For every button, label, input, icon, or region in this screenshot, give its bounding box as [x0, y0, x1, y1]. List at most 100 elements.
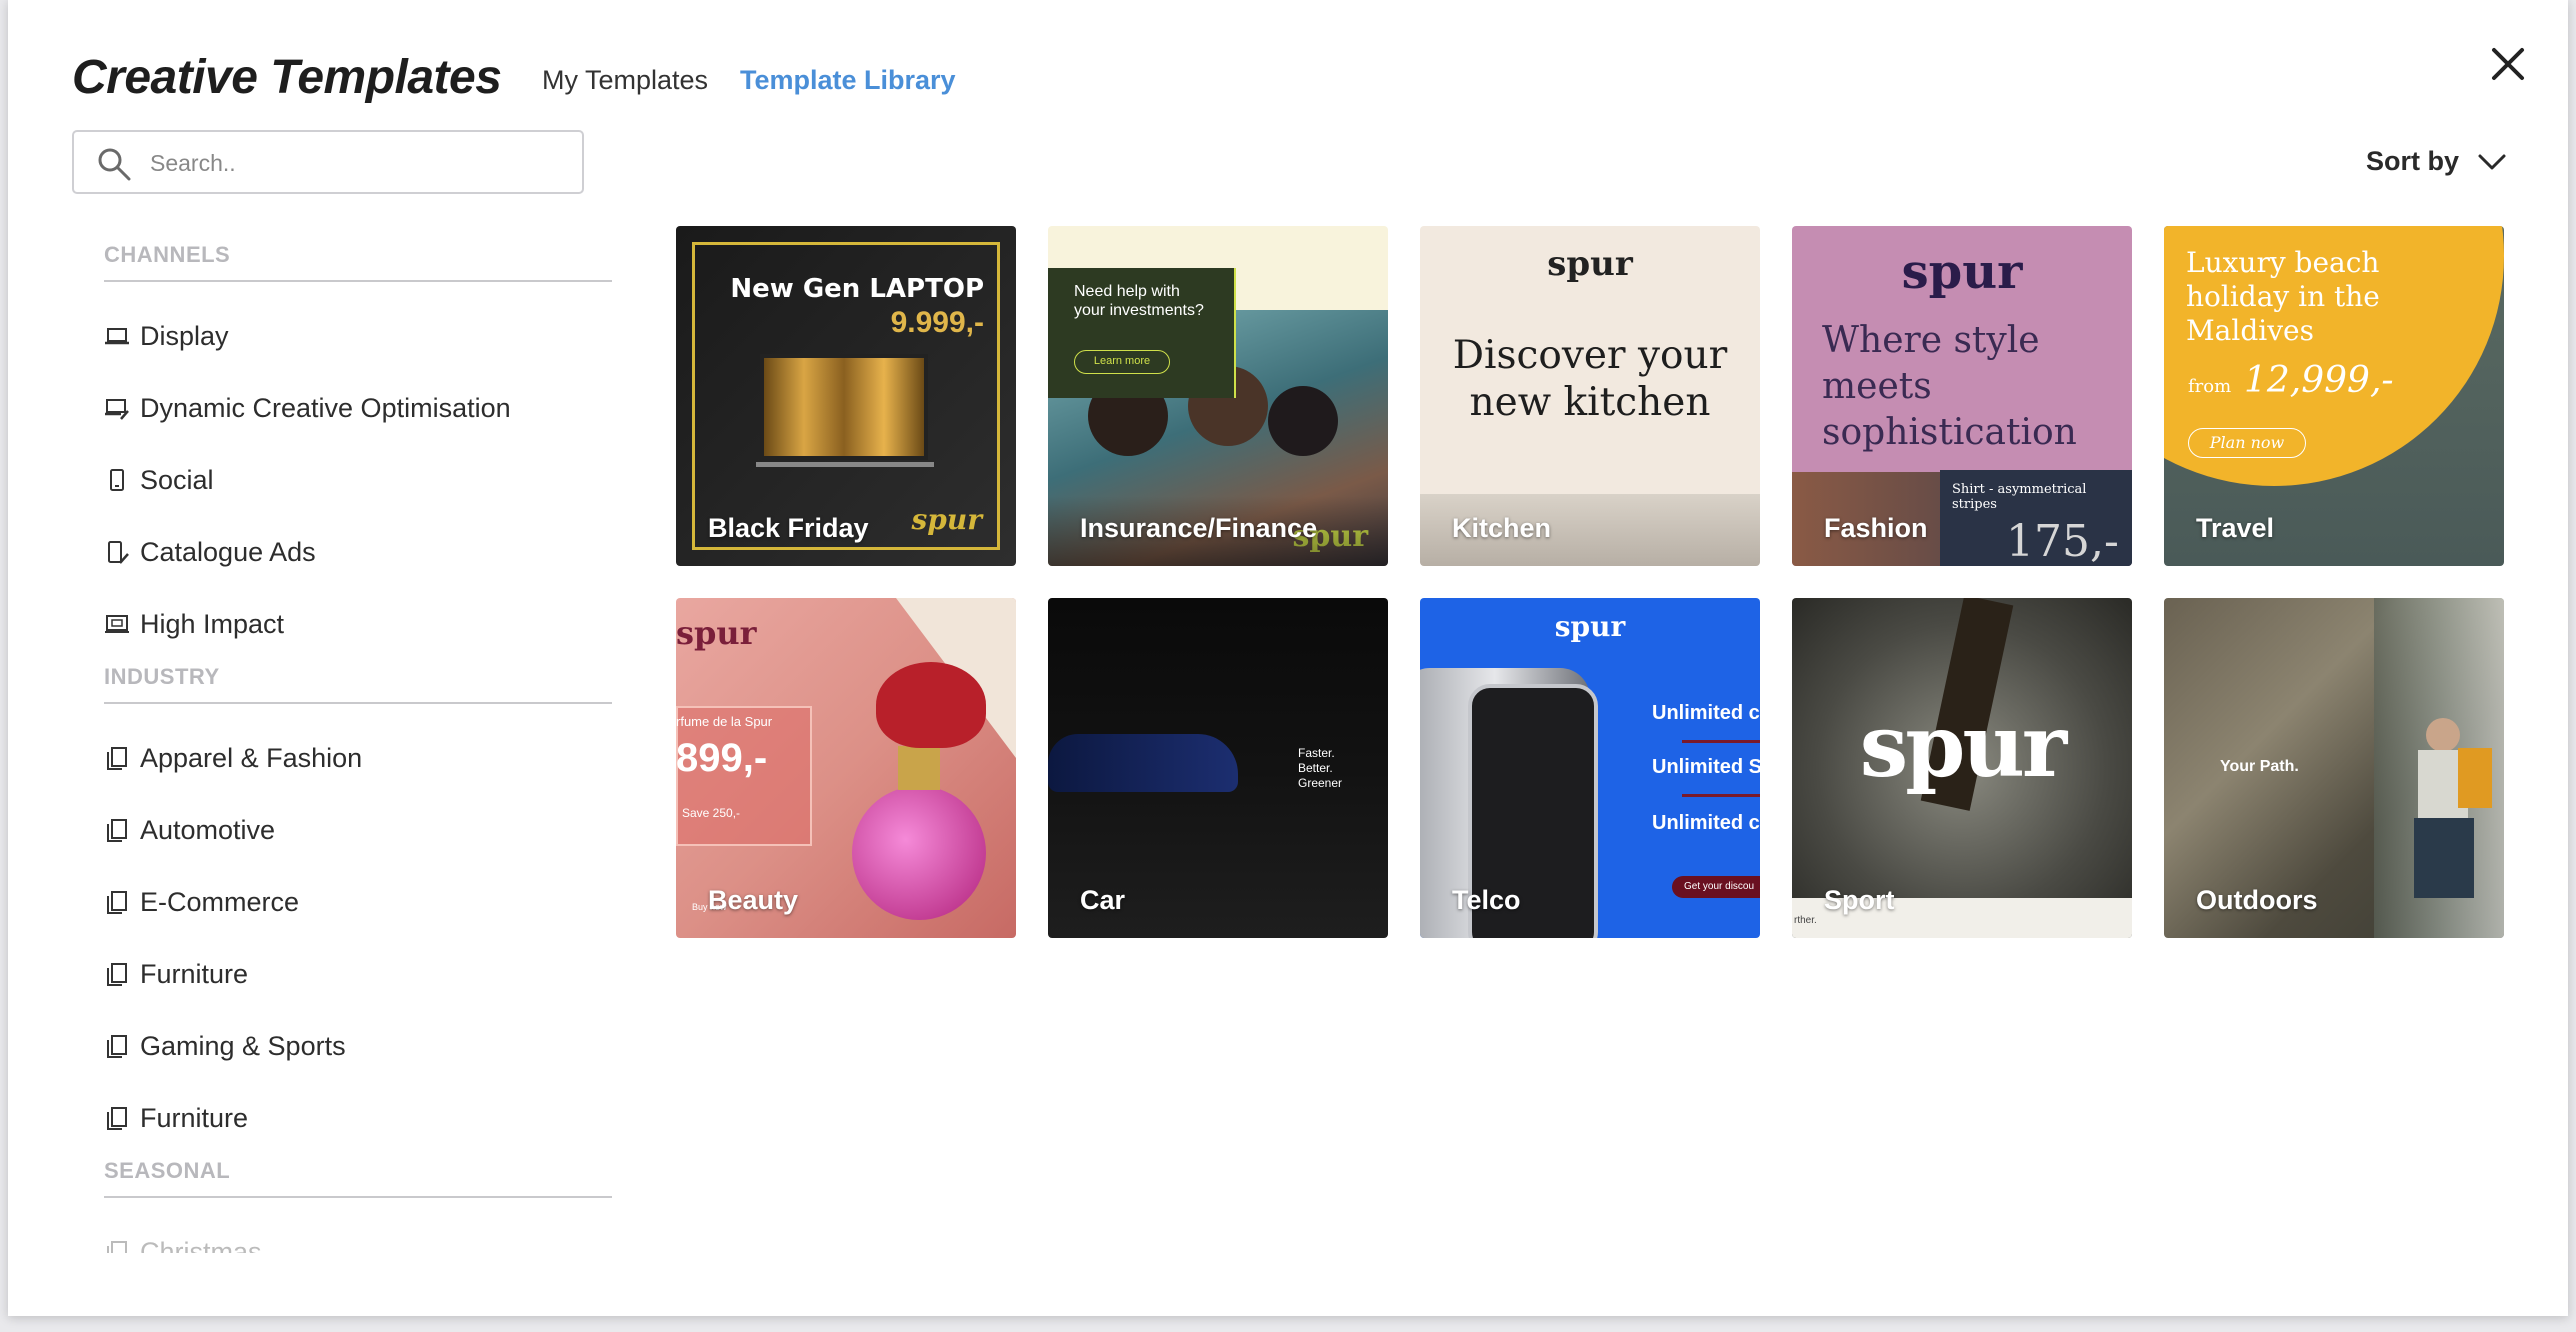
- template-headline: Need help with your investments?: [1074, 283, 1204, 319]
- offer-line-1: Unlimited c: [1652, 702, 1760, 724]
- template-label: Fashion: [1824, 513, 1928, 543]
- template-headline: Where style meets sophistication: [1822, 320, 2077, 453]
- sidebar-item-furniture-2[interactable]: Furniture: [104, 1082, 612, 1154]
- page-title: Creative Templates: [72, 51, 502, 104]
- brand-logo: spur: [1554, 610, 1626, 643]
- product-name: Shirt - asymmetrical stripes: [1952, 482, 2087, 512]
- sort-label: Sort by: [2366, 146, 2460, 176]
- template-cta: Get your discou: [1672, 876, 1760, 898]
- copy-icon: [107, 1107, 127, 1130]
- template-label: Insurance/Finance: [1080, 513, 1318, 543]
- tab-template-library[interactable]: Template Library: [740, 65, 956, 96]
- divider: [104, 280, 612, 282]
- hiker-backpack: [2458, 748, 2492, 808]
- save-text: Save 250,-: [682, 806, 741, 820]
- laptop-edit-icon: [105, 399, 129, 420]
- template-label: Black Friday: [708, 513, 869, 543]
- template-label: Travel: [2196, 513, 2275, 543]
- phone-edit-icon: [108, 541, 129, 564]
- brand-logo: spur: [1901, 244, 2023, 300]
- search-box: [72, 130, 584, 194]
- template-card-sport[interactable]: spur rther. Sport: [1792, 598, 2132, 938]
- template-card-travel[interactable]: Luxury beach holiday in the Maldives fro…: [2164, 226, 2504, 566]
- template-card-insurance-finance[interactable]: Need help with your investments? Learn m…: [1048, 226, 1388, 566]
- sidebar-item-e-commerce[interactable]: E-Commerce: [104, 866, 612, 938]
- template-headline: Discover your new kitchen: [1452, 333, 1728, 425]
- template-card-fashion[interactable]: spur Where style meets sophistication Sh…: [1792, 226, 2132, 566]
- phone-icon: [110, 469, 124, 491]
- person-shape: [1268, 386, 1338, 456]
- template-price: 9.999,-: [890, 306, 984, 339]
- tagline-line-1: Faster.: [1298, 746, 1335, 760]
- template-price: 175,-: [2006, 516, 2119, 566]
- laptop-base: [756, 462, 934, 467]
- flower-cap: [876, 662, 986, 748]
- section-title-channels: CHANNELS: [104, 242, 231, 267]
- sidebar-item-label: Automotive: [140, 814, 276, 845]
- template-card-telco[interactable]: spur Unlimited c Unlimited S Unlimited c…: [1420, 598, 1760, 938]
- divider: [104, 1196, 612, 1198]
- sidebar-item-label: Apparel & Fashion: [140, 742, 363, 773]
- copy-icon: [107, 891, 127, 914]
- template-label: Kitchen: [1452, 513, 1552, 543]
- sidebar-item-social[interactable]: Social: [104, 444, 612, 516]
- template-card-beauty[interactable]: spur rfume de la Spur 899,- Save 250,- B…: [676, 598, 1016, 938]
- template-label: Telco: [1452, 885, 1521, 915]
- sidebar-item-label: Catalogue Ads: [140, 536, 316, 567]
- template-card-car[interactable]: Faster. Better. Greener Car: [1048, 598, 1388, 938]
- divider: [1682, 740, 1760, 743]
- sidebar-item-furniture[interactable]: Furniture: [104, 938, 612, 1010]
- template-card-black-friday[interactable]: New Gen LAPTOP 9.999,- spur Black Friday: [676, 226, 1016, 566]
- search-input[interactable]: [150, 144, 570, 182]
- sidebar-item-dco[interactable]: Dynamic Creative Optimisation: [104, 372, 612, 444]
- sort-dropdown[interactable]: Sort by: [2366, 146, 2507, 177]
- brand-logo: spur: [1547, 244, 1633, 284]
- copy-icon: [107, 819, 127, 842]
- tagline-line-3: Greener: [1298, 776, 1343, 790]
- sidebar-item-label: Gaming & Sports: [140, 1030, 346, 1061]
- sidebar-item-automotive[interactable]: Automotive: [104, 794, 612, 866]
- template-price: 12,999,-: [2244, 360, 2394, 401]
- sidebar-item-label: Furniture: [140, 1102, 249, 1133]
- perfume-bottle: [852, 786, 986, 920]
- sidebar-item-gaming-sports[interactable]: Gaming & Sports: [104, 1010, 612, 1082]
- offer-line-3: Unlimited c: [1652, 812, 1760, 834]
- template-cta: Learn more: [1074, 350, 1170, 374]
- sidebar-item-label: E-Commerce: [140, 886, 300, 917]
- template-card-kitchen[interactable]: spur Discover your new kitchen Kitchen: [1420, 226, 1760, 566]
- price-prefix: from: [2188, 376, 2232, 397]
- sidebar-item-catalogue-ads[interactable]: Catalogue Ads: [104, 516, 612, 588]
- sidebar-item-label: Christmas: [140, 1236, 262, 1254]
- footer-text: rther.: [1794, 915, 1817, 926]
- template-label: Car: [1080, 885, 1126, 915]
- laptop-icon: [105, 328, 129, 345]
- sidebar: CHANNELS Display Dynamic Creative Optimi…: [104, 238, 612, 1253]
- bottle-neck: [898, 746, 940, 790]
- laptop-image: [760, 354, 928, 460]
- sidebar-item-christmas[interactable]: Christmas: [104, 1216, 612, 1253]
- sidebar-item-label: Dynamic Creative Optimisation: [140, 392, 511, 423]
- sidebar-item-apparel-fashion[interactable]: Apparel & Fashion: [104, 722, 612, 794]
- close-icon[interactable]: [2484, 40, 2532, 88]
- tab-my-templates[interactable]: My Templates: [542, 65, 708, 96]
- product-name: rfume de la Spur: [676, 714, 773, 729]
- tagline-line-2: Better.: [1298, 761, 1333, 775]
- sidebar-item-label: Furniture: [140, 958, 249, 989]
- divider: [1682, 794, 1760, 797]
- sidebar-item-label: Display: [140, 320, 229, 351]
- screen-image-icon: [105, 615, 129, 633]
- templates-modal: Creative Templates My Templates Template…: [8, 0, 2568, 1316]
- template-cta: Plan now: [2188, 428, 2306, 458]
- sidebar-item-high-impact[interactable]: High Impact: [104, 588, 612, 660]
- car-image: [1048, 734, 1238, 792]
- sidebar-item-label: High Impact: [140, 608, 285, 639]
- template-label: Outdoors: [2196, 885, 2318, 915]
- divider: [104, 702, 612, 704]
- chevron-down-icon: [2478, 154, 2506, 169]
- template-headline: Your Path.: [2220, 758, 2299, 775]
- template-headline: New Gen LAPTOP: [730, 274, 984, 304]
- brand-logo: spur: [676, 614, 757, 652]
- template-card-outdoors[interactable]: Your Path. Outdoors: [2164, 598, 2504, 938]
- copy-icon: [107, 747, 127, 770]
- sidebar-item-display[interactable]: Display: [104, 300, 612, 372]
